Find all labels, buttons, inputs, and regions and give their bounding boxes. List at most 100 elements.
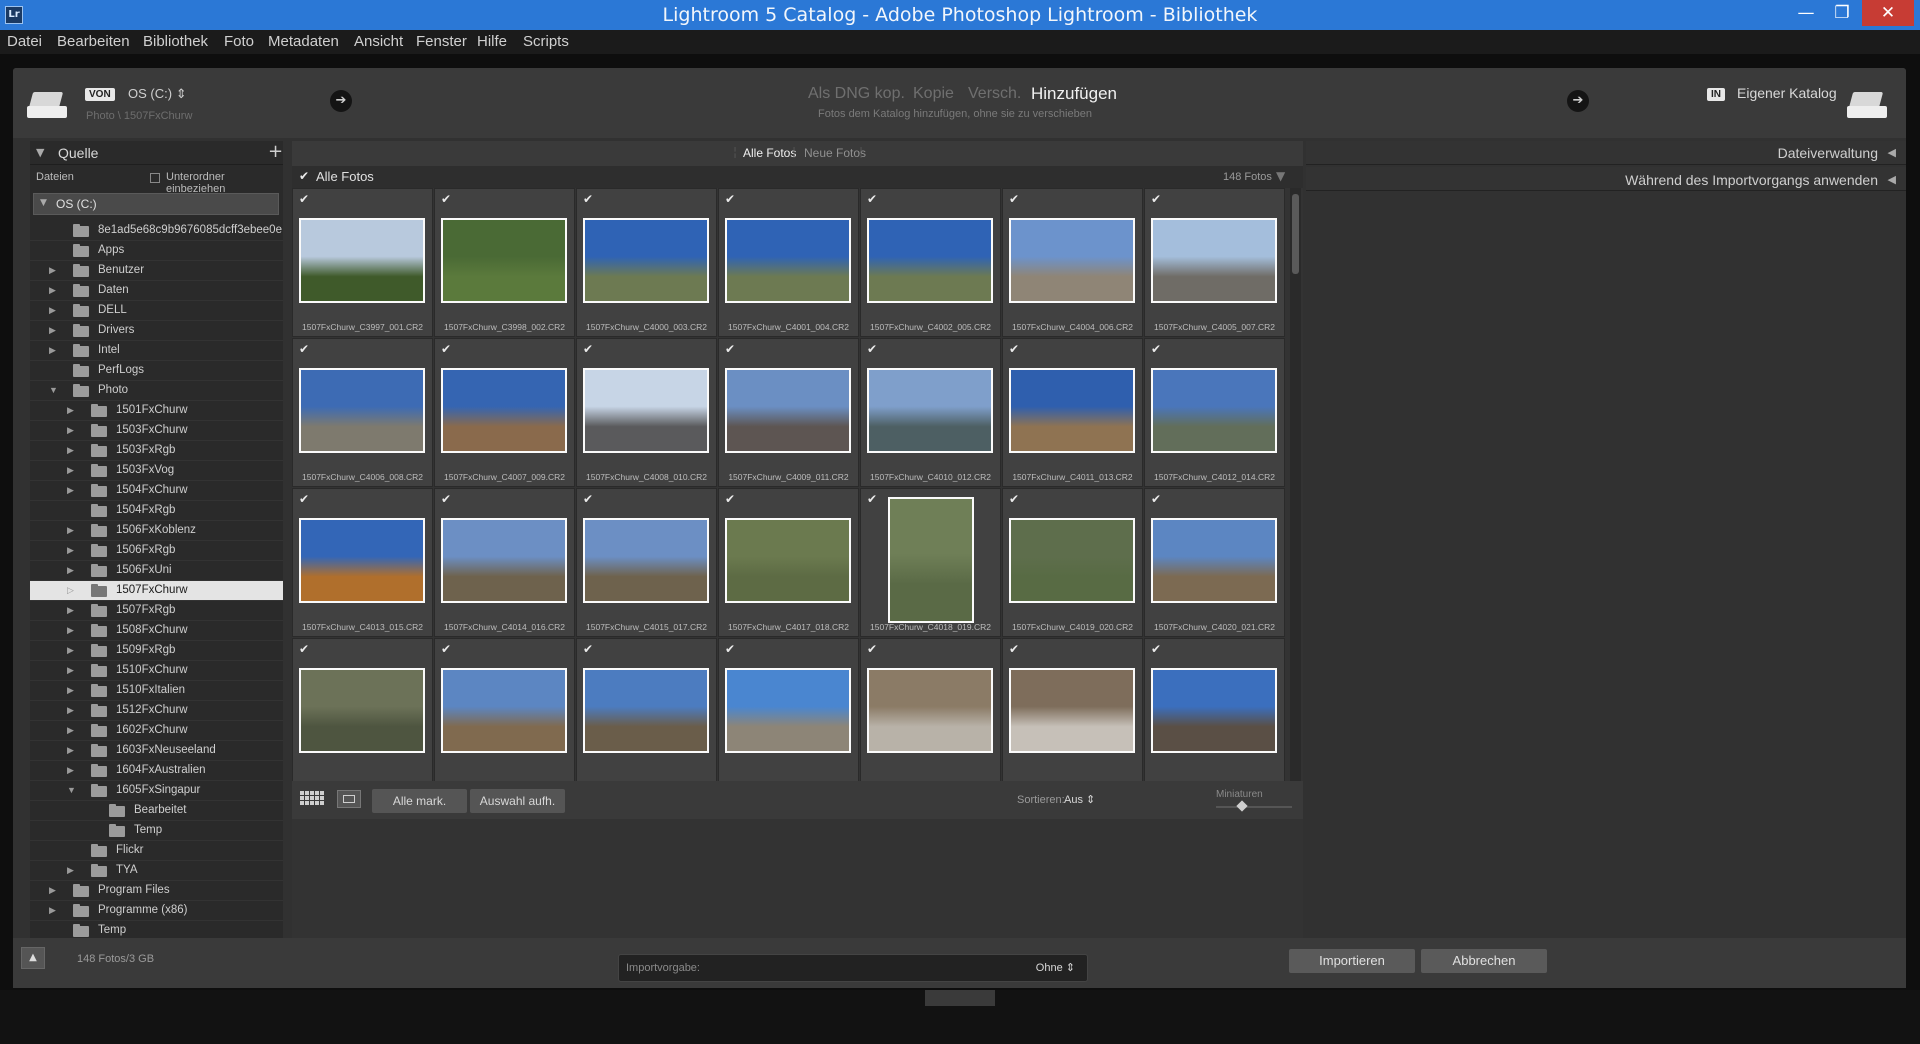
- photo-checkbox[interactable]: ✔: [299, 342, 309, 356]
- import-preset-bar[interactable]: Importvorgabe: Ohne ⇕: [618, 954, 1088, 982]
- apply-during-import-header[interactable]: Während des Importvorgangs anwenden ◀: [1306, 167, 1906, 191]
- photo-thumbnail[interactable]: [1009, 518, 1135, 603]
- photo-checkbox[interactable]: ✔: [441, 642, 451, 656]
- photo-thumbnail[interactable]: [583, 368, 709, 453]
- mode-dng-copy[interactable]: Als DNG kop.: [808, 85, 905, 103]
- photo-cell[interactable]: ✔ 1507FxChurw_C4018_019.CR2: [860, 488, 1001, 637]
- photo-checkbox[interactable]: ✔: [725, 492, 735, 506]
- folder-row[interactable]: ▶ 1503FxVog: [30, 461, 283, 481]
- photo-thumbnail[interactable]: [1151, 518, 1277, 603]
- loupe-view-icon[interactable]: [337, 790, 361, 808]
- photo-thumbnail[interactable]: [441, 368, 567, 453]
- minimize-button[interactable]: —: [1786, 0, 1826, 26]
- photo-checkbox[interactable]: ✔: [299, 192, 309, 206]
- import-preset-dropdown[interactable]: Ohne ⇕: [1036, 961, 1075, 974]
- folder-row[interactable]: 1504FxRgb: [30, 501, 283, 521]
- photo-cell[interactable]: ✔ 1507FxChurw_C4004_006.CR2: [1002, 188, 1143, 337]
- folder-row[interactable]: Temp: [30, 821, 283, 841]
- folder-row[interactable]: ▶ Daten: [30, 281, 283, 301]
- folder-row[interactable]: ▶ 1508FxChurw: [30, 621, 283, 641]
- maximize-button[interactable]: ❐: [1822, 0, 1862, 26]
- expand-triangle-icon[interactable]: ▶: [67, 405, 77, 416]
- close-button[interactable]: ✕: [1862, 0, 1914, 26]
- folder-row[interactable]: ▶ 1506FxUni: [30, 561, 283, 581]
- photo-cell[interactable]: ✔ 1507FxChurw_C4015_017.CR2: [576, 488, 717, 637]
- sort-dropdown[interactable]: Aus ⇕: [1064, 793, 1095, 806]
- folder-row[interactable]: ▶ 1503FxRgb: [30, 441, 283, 461]
- photo-checkbox[interactable]: ✔: [725, 342, 735, 356]
- folder-row[interactable]: ▶ 1507FxRgb: [30, 601, 283, 621]
- filmstrip-selected-thumb[interactable]: [925, 990, 995, 1006]
- expand-triangle-icon[interactable]: ▶: [49, 345, 59, 356]
- folder-row[interactable]: ▶ 1603FxNeuseeland: [30, 741, 283, 761]
- menu-bearbeiten[interactable]: Bearbeiten: [57, 33, 130, 50]
- mode-move[interactable]: Versch.: [968, 85, 1021, 103]
- photo-thumbnail[interactable]: [867, 368, 993, 453]
- photo-cell[interactable]: ✔ 1507FxChurw_C4012_014.CR2: [1144, 338, 1285, 487]
- photo-thumbnail[interactable]: [867, 668, 993, 753]
- folder-row[interactable]: ▶ 1604FxAustralien: [30, 761, 283, 781]
- photo-checkbox[interactable]: ✔: [1151, 492, 1161, 506]
- folder-row[interactable]: ▶ 1506FxKoblenz: [30, 521, 283, 541]
- folder-row[interactable]: Flickr: [30, 841, 283, 861]
- expand-triangle-icon[interactable]: ▶: [67, 705, 77, 716]
- photo-checkbox[interactable]: ✔: [1009, 342, 1019, 356]
- folder-row[interactable]: ▶ DELL: [30, 301, 283, 321]
- folder-row[interactable]: ▶ Drivers: [30, 321, 283, 341]
- photo-thumbnail[interactable]: [441, 218, 567, 303]
- photo-checkbox[interactable]: ✔: [725, 192, 735, 206]
- photo-cell[interactable]: ✔ 1507FxChurw_C4002_005.CR2: [860, 188, 1001, 337]
- menu-scripts[interactable]: Scripts: [523, 33, 569, 50]
- folder-row[interactable]: 8e1ad5e68c9b9676085dcff3ebee0e: [30, 221, 283, 241]
- expand-triangle-icon[interactable]: ▶: [67, 525, 77, 536]
- mode-add[interactable]: Hinzufügen: [1031, 84, 1117, 104]
- expand-triangle-icon[interactable]: ▶: [49, 285, 59, 296]
- photo-thumbnail[interactable]: [299, 518, 425, 603]
- photo-cell[interactable]: ✔ 1507FxChurw_C4000_003.CR2: [576, 188, 717, 337]
- photo-cell[interactable]: ✔ 1507FxChurw_C3997_001.CR2: [292, 188, 433, 337]
- grid-view-icon[interactable]: [300, 791, 324, 809]
- photo-cell[interactable]: ✔: [292, 638, 433, 781]
- folder-row[interactable]: ▶ 1510FxChurw: [30, 661, 283, 681]
- expand-triangle-icon[interactable]: ▼: [49, 385, 59, 395]
- photo-checkbox[interactable]: ✔: [867, 492, 877, 506]
- expand-triangle-icon[interactable]: ▶: [67, 485, 77, 496]
- count-dropdown-icon[interactable]: ▼: [1276, 169, 1285, 183]
- expand-triangle-icon[interactable]: ▶: [67, 565, 77, 576]
- folder-row[interactable]: ▶ 1503FxChurw: [30, 421, 283, 441]
- expand-triangle-icon[interactable]: ▶: [49, 305, 59, 316]
- photo-thumbnail[interactable]: [725, 218, 851, 303]
- expand-triangle-icon[interactable]: ▶: [67, 725, 77, 736]
- photo-checkbox[interactable]: ✔: [583, 492, 593, 506]
- photo-cell[interactable]: ✔ 1507FxChurw_C4017_018.CR2: [718, 488, 859, 637]
- import-button[interactable]: Importieren: [1289, 949, 1415, 973]
- expand-triangle-icon[interactable]: ▶: [67, 645, 77, 656]
- photo-thumbnail[interactable]: [299, 668, 425, 753]
- source-arrow-icon[interactable]: ➔: [330, 90, 352, 112]
- expand-triangle-icon[interactable]: ▶: [49, 885, 59, 896]
- folder-row[interactable]: ▶ Benutzer: [30, 261, 283, 281]
- folder-row[interactable]: PerfLogs: [30, 361, 283, 381]
- drive-row[interactable]: ▼ OS (C:): [33, 193, 279, 215]
- folder-row[interactable]: ▶ 1510FxItalien: [30, 681, 283, 701]
- folder-row[interactable]: Apps: [30, 241, 283, 261]
- expand-triangle-icon[interactable]: ▶: [49, 905, 59, 916]
- expand-triangle-icon[interactable]: ▶: [49, 265, 59, 276]
- tab-new-photos[interactable]: Neue Fotos: [804, 146, 866, 160]
- expand-triangle-icon[interactable]: ▶: [67, 605, 77, 616]
- photo-cell[interactable]: ✔ 1507FxChurw_C4014_016.CR2: [434, 488, 575, 637]
- photo-checkbox[interactable]: ✔: [1151, 192, 1161, 206]
- photo-thumbnail[interactable]: [1009, 668, 1135, 753]
- photo-cell[interactable]: ✔: [1002, 638, 1143, 781]
- folder-row[interactable]: ▼ 1605FxSingapur: [30, 781, 283, 801]
- source-panel-header[interactable]: ▼ Quelle +: [30, 141, 283, 165]
- photo-checkbox[interactable]: ✔: [583, 192, 593, 206]
- folder-row[interactable]: ▶ 1504FxChurw: [30, 481, 283, 501]
- expand-triangle-icon[interactable]: ▶: [67, 465, 77, 476]
- photo-thumbnail[interactable]: [867, 218, 993, 303]
- photo-checkbox[interactable]: ✔: [441, 492, 451, 506]
- menu-ansicht[interactable]: Ansicht: [354, 33, 403, 50]
- photo-cell[interactable]: ✔: [718, 638, 859, 781]
- photo-thumbnail[interactable]: [888, 497, 974, 623]
- folder-row[interactable]: ▶ 1506FxRgb: [30, 541, 283, 561]
